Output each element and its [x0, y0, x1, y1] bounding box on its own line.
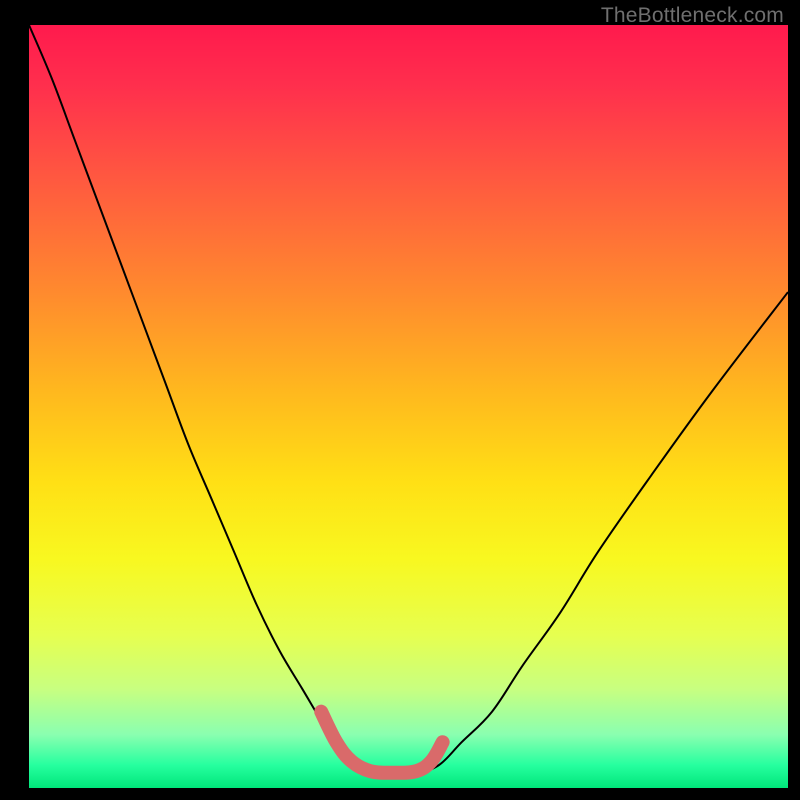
chart-frame: TheBottleneck.com	[0, 0, 800, 800]
optimal-range-highlight	[321, 712, 442, 773]
bottleneck-curve	[29, 25, 788, 773]
chart-curve-layer	[0, 0, 800, 800]
